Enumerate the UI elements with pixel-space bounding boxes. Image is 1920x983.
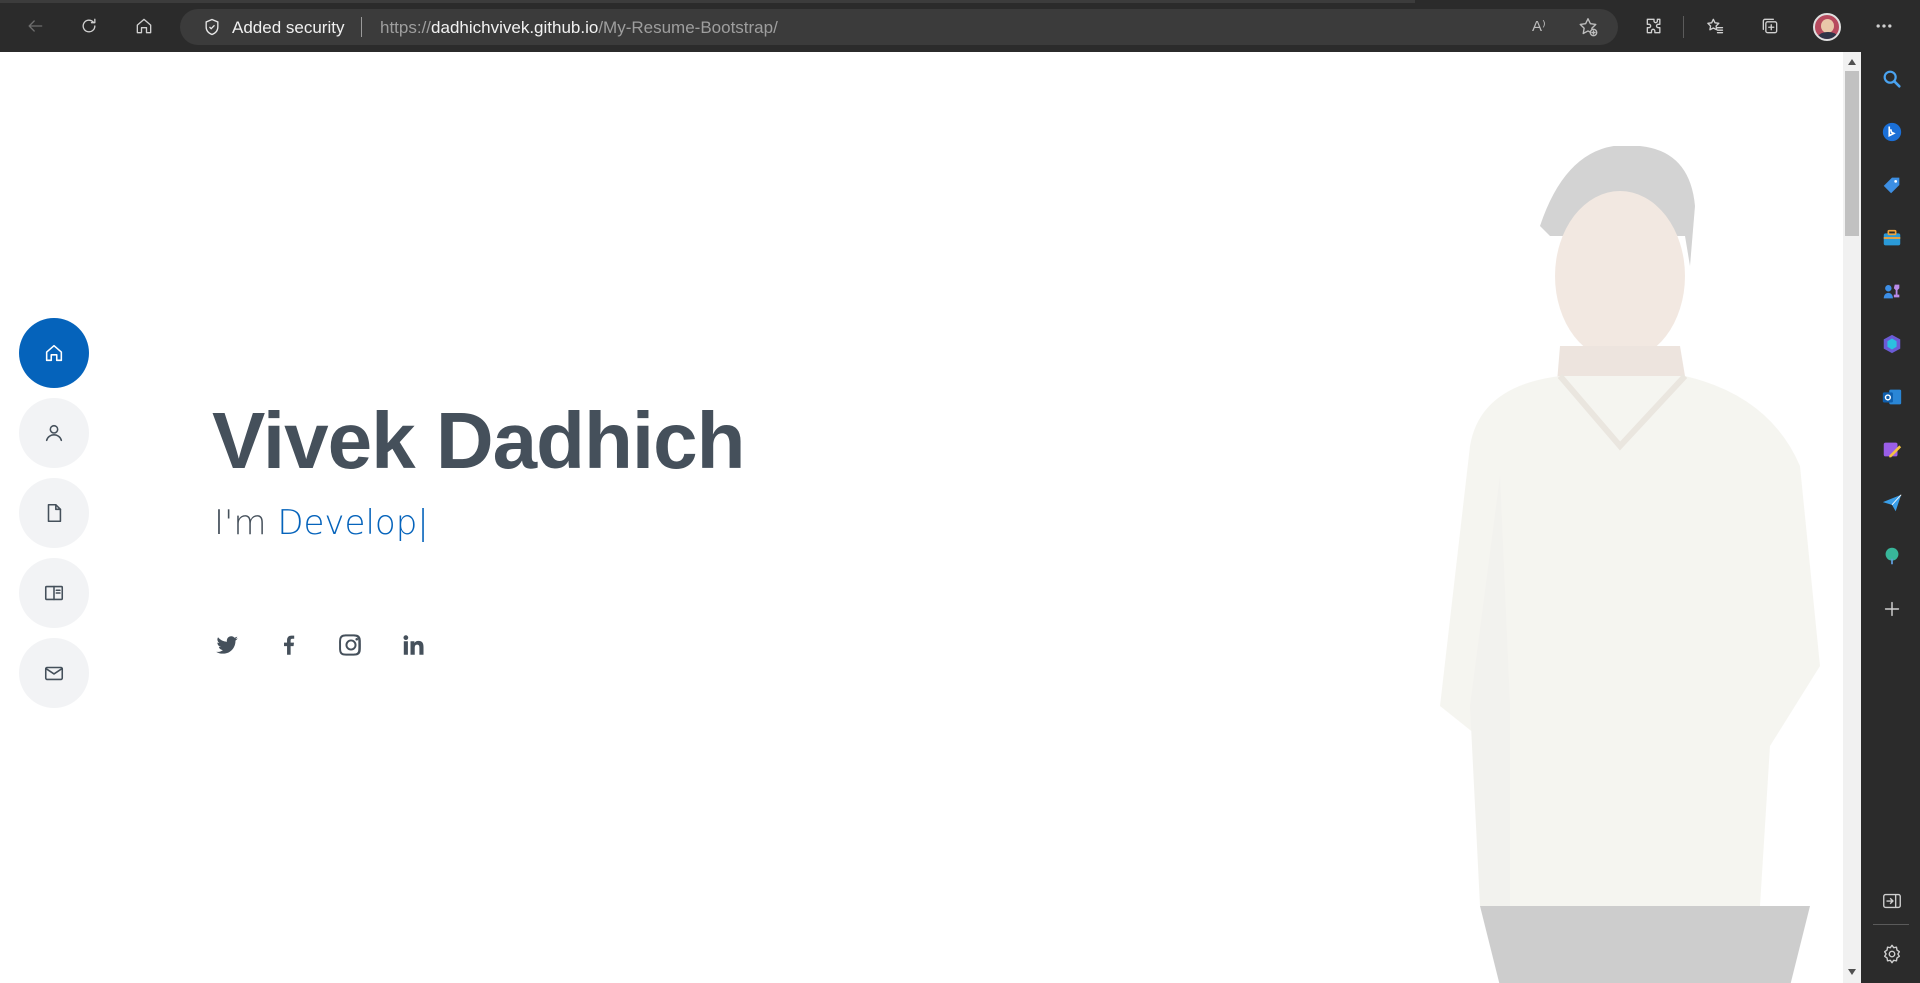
- envelope-icon: [44, 666, 64, 681]
- sidebar-outlook-button[interactable]: [1880, 385, 1904, 409]
- tools-icon: [1883, 229, 1901, 246]
- address-bar[interactable]: Added security https://dadhichvivek.gith…: [180, 9, 1618, 45]
- sidebar-add-button[interactable]: [1880, 597, 1904, 621]
- back-button[interactable]: [19, 10, 51, 42]
- social-links: [214, 632, 426, 658]
- designer-icon: [1883, 442, 1902, 458]
- home-icon: [136, 18, 152, 34]
- hero-subtitle: I'm Develop|: [214, 503, 429, 543]
- collections-icon: [1762, 18, 1778, 34]
- url-host: dadhichvivek.github.io: [431, 18, 599, 37]
- facebook-icon: [284, 635, 295, 655]
- tree-icon: [1885, 547, 1899, 565]
- twitter-icon: [216, 636, 238, 654]
- bing-icon: [1882, 122, 1902, 142]
- sidebar-hide-button[interactable]: [1880, 889, 1904, 913]
- scroll-down-icon[interactable]: [1847, 968, 1857, 976]
- refresh-button[interactable]: [73, 10, 105, 42]
- side-navigation: [19, 318, 89, 718]
- sidebar-games-button[interactable]: [1880, 279, 1904, 303]
- nav-about[interactable]: [19, 398, 89, 468]
- url-path: /My-Resume-Bootstrap/: [598, 18, 778, 37]
- file-icon: [47, 503, 62, 523]
- microsoft365-icon: [1883, 334, 1901, 354]
- sidebar-divider: [1873, 924, 1909, 925]
- add-favorite-icon[interactable]: [1577, 16, 1599, 38]
- scrollbar-thumb[interactable]: [1845, 71, 1859, 236]
- browser-toolbar: Added security https://dadhichvivek.gith…: [0, 0, 1920, 52]
- subtitle-prefix: I'm: [214, 503, 278, 543]
- twitter-link[interactable]: [214, 632, 240, 658]
- favorites-button[interactable]: [1699, 10, 1731, 42]
- sidebar-toggle-icon: [1883, 893, 1901, 909]
- favorites-icon: [1707, 18, 1724, 34]
- refresh-icon: [82, 18, 96, 33]
- book-icon: [44, 585, 64, 601]
- back-icon: [28, 20, 43, 32]
- nav-resume[interactable]: [19, 478, 89, 548]
- shield-icon[interactable]: [202, 17, 222, 37]
- instagram-icon: [339, 634, 361, 656]
- scroll-up-icon[interactable]: [1847, 58, 1857, 66]
- typed-role: Develop: [277, 503, 418, 543]
- linkedin-link[interactable]: [400, 632, 426, 658]
- edge-sidebar: [1861, 52, 1920, 983]
- extensions-icon: [1646, 18, 1661, 34]
- page-viewport: Vivek Dadhich I'm Develop|: [0, 52, 1843, 983]
- typing-cursor: |: [417, 503, 429, 543]
- settings-icon: [1883, 944, 1901, 964]
- sidebar-drop-button[interactable]: [1880, 491, 1904, 515]
- extensions-button[interactable]: [1638, 10, 1670, 42]
- hero-name: Vivek Dadhich: [212, 396, 745, 485]
- drop-icon: [1882, 494, 1902, 512]
- read-aloud-icon[interactable]: A⁾: [1532, 17, 1554, 39]
- more-button[interactable]: [1868, 10, 1900, 42]
- home-icon: [45, 344, 63, 362]
- add-icon: [1884, 601, 1900, 617]
- more-icon: [1876, 24, 1892, 28]
- sidebar-settings-button[interactable]: [1880, 942, 1904, 966]
- shopping-tag-icon: [1883, 177, 1900, 194]
- outlook-icon: [1882, 389, 1902, 405]
- url-text[interactable]: https://dadhichvivek.github.io/My-Resume…: [380, 18, 778, 38]
- nav-home[interactable]: [19, 318, 89, 388]
- collections-button[interactable]: [1754, 10, 1786, 42]
- sidebar-tools-button[interactable]: [1880, 226, 1904, 250]
- games-icon: [1883, 284, 1900, 299]
- search-icon: [1883, 70, 1901, 88]
- home-button[interactable]: [128, 10, 160, 42]
- linkedin-icon: [403, 635, 424, 655]
- sidebar-search-button[interactable]: [1880, 67, 1904, 91]
- tab-strip: [0, 0, 1415, 3]
- sidebar-bing-button[interactable]: [1880, 120, 1904, 144]
- nav-portfolio[interactable]: [19, 558, 89, 628]
- sidebar-shopping-button[interactable]: [1880, 173, 1904, 197]
- sidebar-m365-button[interactable]: [1880, 332, 1904, 356]
- nav-contact[interactable]: [19, 638, 89, 708]
- address-divider: [361, 17, 362, 37]
- toolbar-divider: [1683, 16, 1684, 38]
- url-scheme: https://: [380, 18, 432, 37]
- sidebar-designer-button[interactable]: [1880, 438, 1904, 462]
- sidebar-tree-button[interactable]: [1880, 544, 1904, 568]
- facebook-link[interactable]: [276, 632, 302, 658]
- security-label[interactable]: Added security: [232, 18, 344, 38]
- person-icon: [45, 424, 63, 442]
- portrait-image: [1440, 146, 1820, 983]
- instagram-link[interactable]: [338, 632, 364, 658]
- profile-avatar[interactable]: [1813, 13, 1841, 41]
